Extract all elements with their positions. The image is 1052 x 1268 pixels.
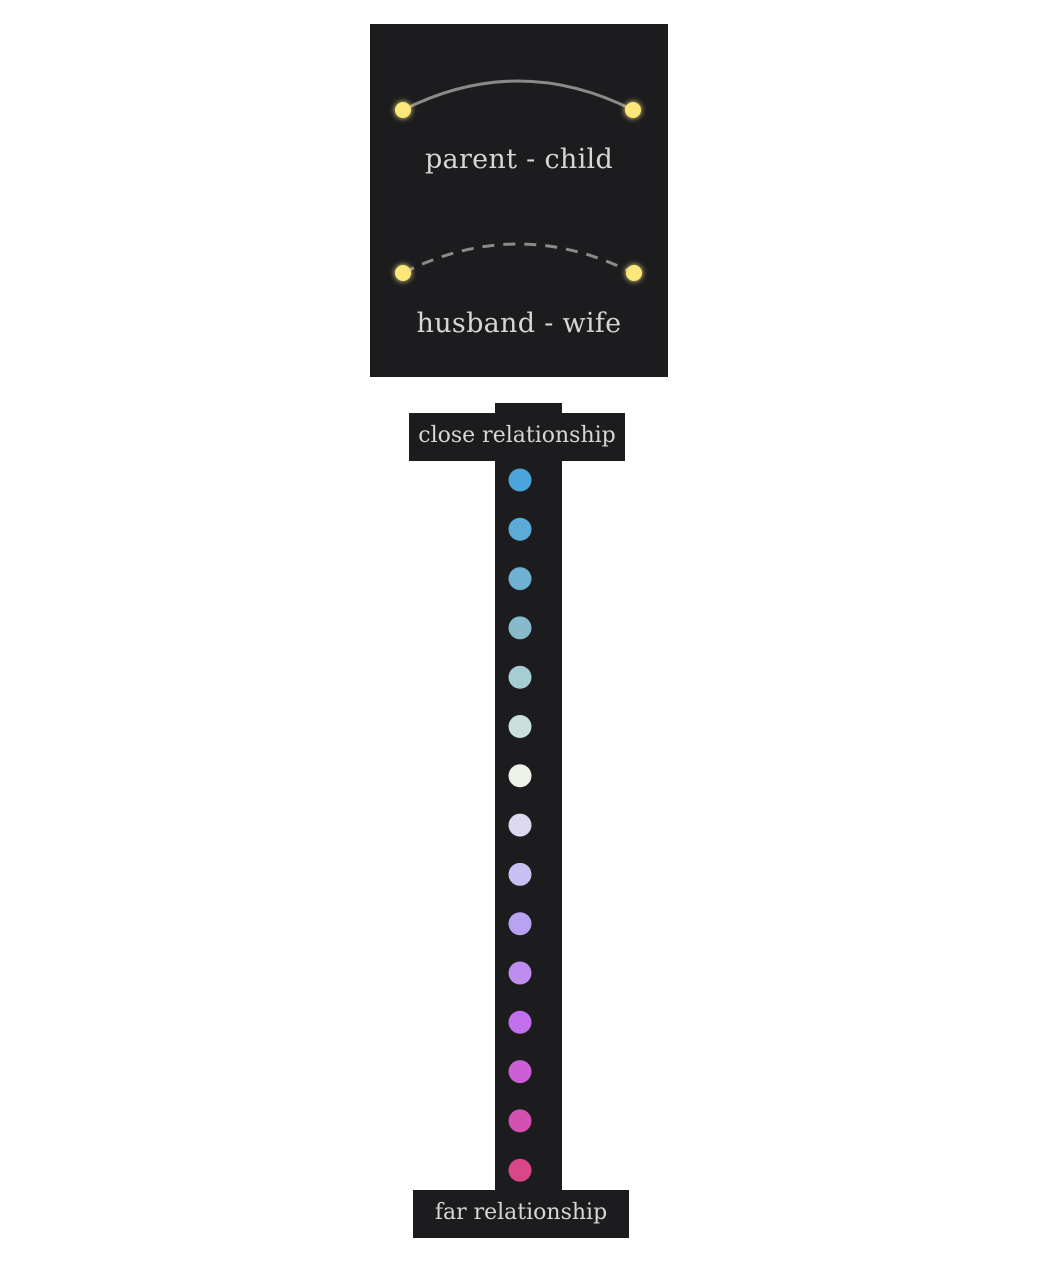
scale-dot-1 [508, 468, 532, 492]
parent-child-label: parent - child [424, 144, 614, 175]
parent-child-edge [402, 79, 634, 112]
scale-dot-6 [508, 715, 532, 738]
scale-dot-2 [508, 517, 532, 541]
scale-dot-12 [508, 1010, 532, 1034]
relationship-legend: parent - child husband - wife [370, 24, 668, 377]
scale-dot-8 [508, 813, 532, 837]
relationship-color-scale [508, 468, 532, 1182]
scale-dot-14 [508, 1109, 532, 1133]
scale-dot-13 [508, 1060, 532, 1084]
husband-node [395, 265, 411, 281]
scale-dot-3 [508, 567, 532, 591]
scale-dot-15 [508, 1158, 532, 1182]
scale-dot-4 [508, 616, 532, 640]
scale-dot-7 [508, 764, 532, 788]
scale-dot-5 [508, 665, 532, 689]
husband-wife-edge [402, 242, 634, 275]
husband-wife-label: husband - wife [416, 308, 622, 339]
close-relationship-label: close relationship [409, 413, 625, 461]
scale-dot-9 [508, 862, 532, 886]
wife-node [626, 265, 642, 281]
far-relationship-label: far relationship [413, 1190, 629, 1238]
scale-dot-11 [508, 961, 532, 985]
scale-dot-10 [508, 912, 532, 936]
parent-node [395, 102, 411, 118]
child-node [625, 102, 641, 118]
